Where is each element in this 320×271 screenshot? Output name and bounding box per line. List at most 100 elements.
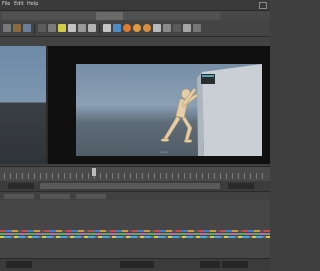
timeline-tick [64,173,65,179]
timeline-tick [244,173,245,179]
timeline-tick [124,173,125,179]
main-menubar: File Edit Help [0,0,270,11]
status-field[interactable] [222,261,248,268]
render-icon[interactable] [113,24,121,32]
timeline-tick [58,173,59,179]
timeline-tick [214,173,215,179]
timeline-tick [190,173,191,179]
timeline-tick [76,173,77,179]
snap-icon[interactable] [58,24,66,32]
timeline-tick [226,173,227,179]
camera-icon[interactable] [153,24,161,32]
shelf-tab[interactable] [2,12,22,20]
menu-help[interactable]: Help [27,1,38,7]
timeline-tick [166,173,167,179]
status-field[interactable] [120,261,136,268]
animation-curve[interactable] [0,230,270,232]
status-field[interactable] [6,261,32,268]
timeline-tick [4,173,5,179]
snap-icon[interactable] [48,24,56,32]
animation-curve[interactable] [0,233,270,235]
timeline-tick [196,173,197,179]
range-slider[interactable] [0,181,270,191]
snap-icon[interactable] [163,24,171,32]
graph-editor[interactable] [0,200,270,258]
timeline-tick [172,173,173,179]
light-icon[interactable] [133,24,141,32]
timeline-tick [100,173,101,179]
timeline-tick [10,173,11,179]
shelf-tab[interactable] [50,12,74,20]
timeline-tick [82,173,83,179]
timeline-tick [250,173,251,179]
character-figure [160,87,199,143]
render-icon[interactable] [68,24,76,32]
time-slider[interactable] [0,166,270,181]
scale-tool-icon[interactable] [38,24,46,32]
shelf-tab[interactable] [146,12,172,20]
timeline-tick [22,173,23,179]
timeline-tick [52,173,53,179]
graph-menu-item[interactable] [76,194,106,199]
timeline-tick [70,173,71,179]
timeline-tick [262,173,263,179]
range-bar[interactable] [40,183,220,189]
timeline-tick [178,173,179,179]
timeline-tick [28,173,29,179]
start-field[interactable] [8,183,34,189]
left-panel-menu [0,37,46,46]
shelf-tab[interactable] [73,12,97,20]
light-icon[interactable] [123,24,131,32]
timeline-tick [142,173,143,179]
graph-menu-item[interactable] [40,194,70,199]
timeline-tick [112,173,113,179]
timeline-tick [34,173,35,179]
playhead[interactable] [92,168,96,176]
light-icon[interactable] [143,24,151,32]
scene-drawing [160,64,262,156]
shelf-tab[interactable] [21,12,51,20]
shelf-tab[interactable] [123,12,147,20]
light-icon[interactable] [88,24,96,32]
timeline-tick [238,173,239,179]
timeline-tick [220,173,221,179]
timeline-tick [232,173,233,179]
rotate-tool-icon[interactable] [23,24,31,32]
timeline-tick [130,173,131,179]
camera-icon[interactable] [78,24,86,32]
timeline-tick [106,173,107,179]
menu-edit[interactable]: Edit [14,1,24,7]
move-tool-icon[interactable] [183,24,191,32]
menu-file[interactable]: File [2,1,10,7]
shelf-tab[interactable] [171,12,193,20]
window-maximize-icon[interactable] [259,2,267,9]
play-icon[interactable] [103,24,111,32]
camera-label: persp [160,150,169,154]
shelf-tab-bar [0,11,270,21]
box-accent-shape [202,75,214,77]
end-field[interactable] [228,183,254,189]
status-field[interactable] [136,261,154,268]
shelf-toolbar [0,21,270,37]
timeline-tick [160,173,161,179]
graph-menu-item[interactable] [4,194,34,199]
timeline-tick [16,173,17,179]
select-tool-icon[interactable] [3,24,11,32]
timeline-tick [154,173,155,179]
select-tool-icon[interactable] [193,24,201,32]
status-field[interactable] [200,261,220,268]
timeline-tick [46,173,47,179]
move-tool-icon[interactable] [13,24,21,32]
timeline-tick [136,173,137,179]
scale-tool-icon[interactable] [173,24,181,32]
timeline-tick [208,173,209,179]
timeline-tick [184,173,185,179]
shelf-tab-active[interactable] [96,12,124,20]
viewport-render-area[interactable] [76,64,262,156]
timeline-tick [88,173,89,179]
timeline-tick [118,173,119,179]
left-viewport[interactable] [0,46,48,164]
shelf-tab[interactable] [192,12,220,20]
right-panel-menu [48,37,270,46]
animation-curve[interactable] [0,236,270,238]
